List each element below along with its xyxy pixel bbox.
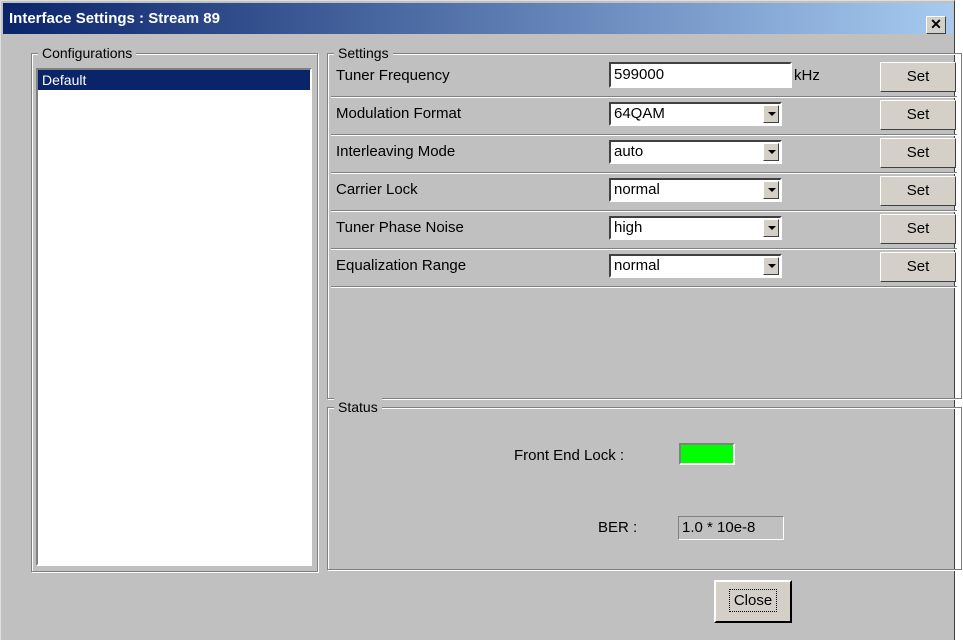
set-carrier-lock-button[interactable]: Set xyxy=(880,176,956,206)
interleaving-mode-value: auto xyxy=(614,143,644,160)
chevron-down-icon[interactable] xyxy=(763,143,779,161)
interface-settings-window: Interface Settings : Stream 89 ✕ Configu… xyxy=(0,0,962,640)
chevron-down-icon[interactable] xyxy=(763,257,779,275)
equalization-range-select[interactable]: normal xyxy=(609,254,782,278)
carrier-lock-value: normal xyxy=(614,181,660,198)
front-end-lock-indicator xyxy=(679,443,735,465)
chevron-down-icon[interactable] xyxy=(763,181,779,199)
list-item-default[interactable]: Default xyxy=(38,70,310,90)
equalization-range-label: Equalization Range xyxy=(336,257,467,274)
tuner-phase-noise-label: Tuner Phase Noise xyxy=(336,219,464,236)
tuner-frequency-input[interactable]: 599000 xyxy=(609,62,792,88)
settings-row-interleaving-mode: Interleaving Mode auto Set xyxy=(331,135,957,174)
tuner-frequency-label: Tuner Frequency xyxy=(336,67,450,84)
window-close-icon[interactable]: ✕ xyxy=(926,16,946,34)
equalization-range-value: normal xyxy=(614,257,660,274)
configurations-list[interactable]: Default xyxy=(36,68,312,566)
settings-row-tuner-frequency: Tuner Frequency 599000 kHz Set xyxy=(331,59,957,98)
interleaving-mode-label: Interleaving Mode xyxy=(336,143,456,160)
tuner-phase-noise-select[interactable]: high xyxy=(609,216,782,240)
tuner-frequency-unit: kHz xyxy=(794,67,820,84)
status-legend: Status xyxy=(334,398,382,416)
set-interleaving-mode-button[interactable]: Set xyxy=(880,138,956,168)
carrier-lock-select[interactable]: normal xyxy=(609,178,782,202)
set-tuner-phase-noise-button[interactable]: Set xyxy=(880,214,956,244)
modulation-format-select[interactable]: 64QAM xyxy=(609,102,782,126)
modulation-format-value: 64QAM xyxy=(614,105,665,122)
set-tuner-frequency-button[interactable]: Set xyxy=(880,62,956,92)
set-modulation-format-button[interactable]: Set xyxy=(880,100,956,130)
window-titlebar[interactable]: Interface Settings : Stream 89 xyxy=(3,3,953,34)
configurations-legend: Configurations xyxy=(38,44,137,62)
status-group: Status xyxy=(327,398,962,570)
settings-row-tuner-phase-noise: Tuner Phase Noise high Set xyxy=(331,211,957,250)
ber-value: 1.0 * 10e-8 xyxy=(678,516,784,540)
chevron-down-icon[interactable] xyxy=(763,105,779,123)
close-button[interactable]: Close xyxy=(714,580,792,623)
close-button-label: Close xyxy=(728,589,778,612)
ber-label: BER : xyxy=(598,519,638,536)
interleaving-mode-select[interactable]: auto xyxy=(609,140,782,164)
modulation-format-label: Modulation Format xyxy=(336,105,462,122)
settings-row-equalization-range: Equalization Range normal Set xyxy=(331,249,957,288)
set-equalization-range-button[interactable]: Set xyxy=(880,252,956,282)
window-title: Interface Settings : Stream 89 xyxy=(9,10,220,27)
front-end-lock-label: Front End Lock : xyxy=(514,447,625,464)
chevron-down-icon[interactable] xyxy=(763,219,779,237)
carrier-lock-label: Carrier Lock xyxy=(336,181,418,198)
settings-row-modulation-format: Modulation Format 64QAM Set xyxy=(331,97,957,136)
settings-row-carrier-lock: Carrier Lock normal Set xyxy=(331,173,957,212)
tuner-phase-noise-value: high xyxy=(614,219,643,236)
